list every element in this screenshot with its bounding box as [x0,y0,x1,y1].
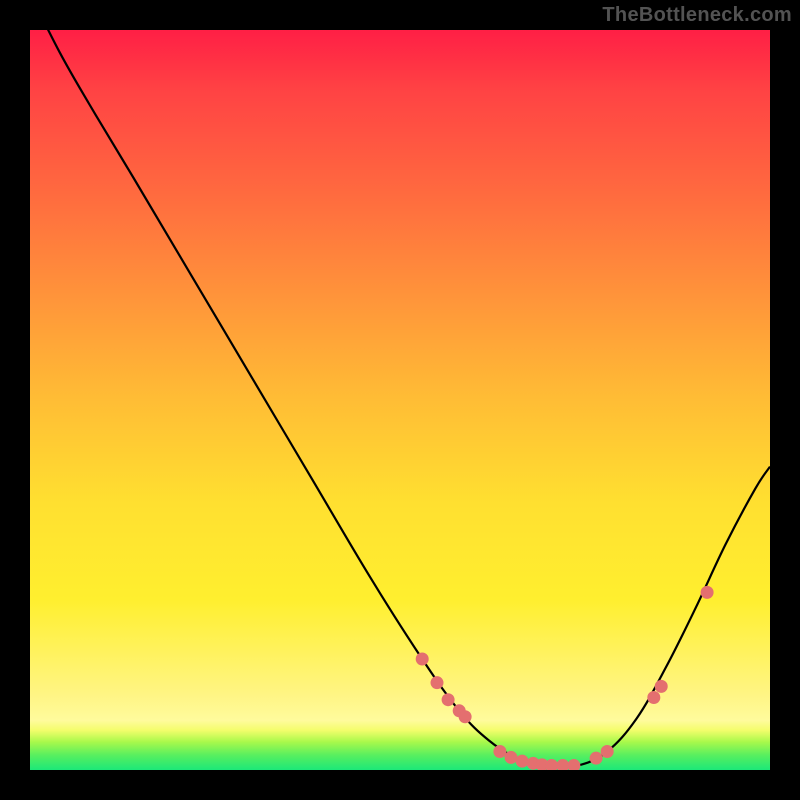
data-dot [647,691,660,704]
chart-root: TheBottleneck.com [0,0,800,800]
data-dot [567,759,580,770]
chart-svg [30,30,770,770]
data-dot [545,759,558,770]
data-dot [590,752,603,765]
data-dot [442,693,455,706]
data-dot [655,680,668,693]
data-dots [416,586,714,770]
data-dot [431,676,444,689]
data-dot [505,751,518,764]
watermark-text: TheBottleneck.com [602,4,792,27]
data-dot [459,710,472,723]
plot-area [30,30,770,770]
data-dot [416,653,429,666]
data-dot [516,755,529,768]
data-dot [556,759,569,770]
curve-line [30,30,770,767]
data-dot [601,745,614,758]
data-dot [701,586,714,599]
data-dot [493,745,506,758]
